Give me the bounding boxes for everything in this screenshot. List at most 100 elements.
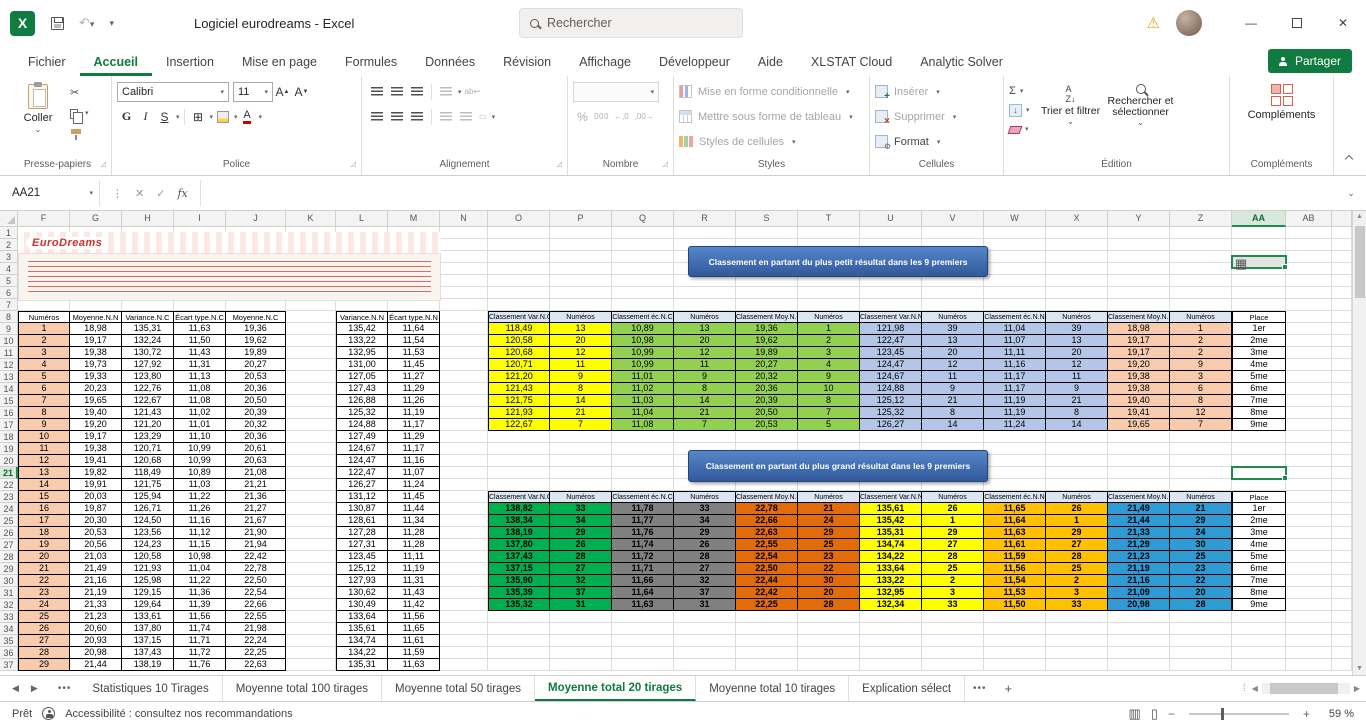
cell-W12[interactable]: 11,16 bbox=[984, 359, 1046, 371]
cell-I12[interactable]: 11,31 bbox=[174, 359, 226, 371]
cell-Q8[interactable]: Classement éc.N.C bbox=[612, 311, 674, 323]
cell-N15[interactable] bbox=[440, 395, 488, 407]
cell-H28[interactable]: 120,58 bbox=[122, 551, 174, 563]
cell-Y8[interactable]: Classement Moy.N.N bbox=[1108, 311, 1170, 323]
cell-AA31[interactable]: 8me bbox=[1232, 587, 1286, 599]
cell-O14[interactable]: 121,43 bbox=[488, 383, 550, 395]
cell-AB35[interactable] bbox=[1286, 635, 1332, 647]
cell-AB9[interactable] bbox=[1286, 323, 1332, 335]
cell-J22[interactable]: 21,21 bbox=[226, 479, 286, 491]
cell-N27[interactable] bbox=[440, 539, 488, 551]
cell-M36[interactable]: 11,59 bbox=[388, 647, 440, 659]
cell-R12[interactable]: 11 bbox=[674, 359, 736, 371]
cell-S11[interactable]: 19,89 bbox=[736, 347, 798, 359]
cell-T32[interactable]: 28 bbox=[798, 599, 860, 611]
cell-U7[interactable] bbox=[860, 299, 922, 311]
cell-Q2[interactable] bbox=[612, 239, 674, 251]
cell-J25[interactable]: 21,67 bbox=[226, 515, 286, 527]
cell-AA14[interactable]: 6me bbox=[1232, 383, 1286, 395]
row-header-1[interactable]: 1 bbox=[0, 227, 18, 239]
cell-X16[interactable]: 8 bbox=[1046, 407, 1108, 419]
cell-AA17[interactable]: 9me bbox=[1232, 419, 1286, 431]
cell-K9[interactable] bbox=[286, 323, 336, 335]
cell-Y30[interactable]: 21,16 bbox=[1108, 575, 1170, 587]
cell-AA37[interactable] bbox=[1232, 659, 1286, 671]
cell-I33[interactable]: 11,56 bbox=[174, 611, 226, 623]
more-sheets-left-icon[interactable]: ••• bbox=[50, 676, 80, 701]
cell-J19[interactable]: 20,61 bbox=[226, 443, 286, 455]
cell-P9[interactable]: 13 bbox=[550, 323, 612, 335]
row-header-23[interactable]: 23 bbox=[0, 491, 18, 503]
cell-X18[interactable] bbox=[1046, 431, 1108, 443]
cell-AA24[interactable]: 1er bbox=[1232, 503, 1286, 515]
cell-X4[interactable] bbox=[1046, 263, 1108, 275]
cell-P10[interactable]: 20 bbox=[550, 335, 612, 347]
cell-I21[interactable]: 10,89 bbox=[174, 467, 226, 479]
cell-O6[interactable] bbox=[488, 287, 550, 299]
cell-T15[interactable]: 8 bbox=[798, 395, 860, 407]
cell-P5[interactable] bbox=[550, 275, 612, 287]
cell-N7[interactable] bbox=[440, 299, 488, 311]
cell-V14[interactable]: 9 bbox=[922, 383, 984, 395]
cell-Z32[interactable]: 28 bbox=[1170, 599, 1232, 611]
row-header-21[interactable]: 21 bbox=[0, 467, 18, 479]
cell-F13[interactable]: 5 bbox=[18, 371, 70, 383]
cell-Z15[interactable]: 8 bbox=[1170, 395, 1232, 407]
cell-AB15[interactable] bbox=[1286, 395, 1332, 407]
cell-W30[interactable]: 11,54 bbox=[984, 575, 1046, 587]
cell-U6[interactable] bbox=[860, 287, 922, 299]
cell-P8[interactable]: Numéros bbox=[550, 311, 612, 323]
cell-M32[interactable]: 11,42 bbox=[388, 599, 440, 611]
cell-V23[interactable]: Numéros bbox=[922, 491, 984, 503]
cell-X7[interactable] bbox=[1046, 299, 1108, 311]
cell-X36[interactable] bbox=[1046, 647, 1108, 659]
cell-H35[interactable]: 137,15 bbox=[122, 635, 174, 647]
cell-P28[interactable]: 28 bbox=[550, 551, 612, 563]
cell-N37[interactable] bbox=[440, 659, 488, 671]
cell-R25[interactable]: 34 bbox=[674, 515, 736, 527]
cell-AB24[interactable] bbox=[1286, 503, 1332, 515]
sheet-tab-moyenne-total-20-tirages[interactable]: Moyenne total 20 tirages bbox=[535, 676, 697, 701]
cell-G8[interactable]: Moyenne.N.N bbox=[70, 311, 122, 323]
cell-Y12[interactable]: 19,20 bbox=[1108, 359, 1170, 371]
hscroll-right-icon[interactable]: ▶ bbox=[1354, 684, 1360, 693]
cell-P36[interactable] bbox=[550, 647, 612, 659]
cell-W33[interactable] bbox=[984, 611, 1046, 623]
cell-Q24[interactable]: 11,78 bbox=[612, 503, 674, 515]
cell-R29[interactable]: 27 bbox=[674, 563, 736, 575]
tab-splitter-handle[interactable]: ⁞ bbox=[1237, 676, 1252, 701]
search-input[interactable]: Rechercher bbox=[519, 8, 743, 38]
cell-AA27[interactable]: 4me bbox=[1232, 539, 1286, 551]
save-icon[interactable] bbox=[51, 16, 64, 30]
font-size-select[interactable]: 11 ▾ bbox=[233, 81, 273, 102]
cell-R33[interactable] bbox=[674, 611, 736, 623]
cell-G36[interactable]: 20,98 bbox=[70, 647, 122, 659]
cell-AB33[interactable] bbox=[1286, 611, 1332, 623]
cell-J18[interactable]: 20,36 bbox=[226, 431, 286, 443]
cell-U31[interactable]: 132,95 bbox=[860, 587, 922, 599]
cell-Y3[interactable] bbox=[1108, 251, 1170, 263]
cell-AA1[interactable] bbox=[1232, 227, 1286, 239]
cell-F18[interactable]: 10 bbox=[18, 431, 70, 443]
column-header-K[interactable]: K bbox=[286, 211, 336, 227]
cell-S28[interactable]: 22,54 bbox=[736, 551, 798, 563]
cell-R6[interactable] bbox=[674, 287, 736, 299]
cell-R24[interactable]: 33 bbox=[674, 503, 736, 515]
cell-H13[interactable]: 123,80 bbox=[122, 371, 174, 383]
cell-W18[interactable] bbox=[984, 431, 1046, 443]
cell-P20[interactable] bbox=[550, 455, 612, 467]
name-box-menu-icon[interactable]: ⋮ bbox=[112, 187, 123, 200]
cell-O36[interactable] bbox=[488, 647, 550, 659]
eurodreams-ticket-image[interactable]: EuroDreams bbox=[18, 232, 441, 301]
cell-L19[interactable]: 124,67 bbox=[336, 443, 388, 455]
clear-button[interactable]: ▾ bbox=[1007, 124, 1029, 135]
sheet-nav-right-icon[interactable]: ▶ bbox=[31, 683, 38, 694]
column-header-S[interactable]: S bbox=[736, 211, 798, 227]
row-header-13[interactable]: 13 bbox=[0, 371, 18, 383]
cell-F25[interactable]: 17 bbox=[18, 515, 70, 527]
cell-R34[interactable] bbox=[674, 623, 736, 635]
cell-H27[interactable]: 124,23 bbox=[122, 539, 174, 551]
cell-V28[interactable]: 28 bbox=[922, 551, 984, 563]
cell-P31[interactable]: 37 bbox=[550, 587, 612, 599]
vertical-scroll-thumb[interactable] bbox=[1354, 226, 1365, 298]
